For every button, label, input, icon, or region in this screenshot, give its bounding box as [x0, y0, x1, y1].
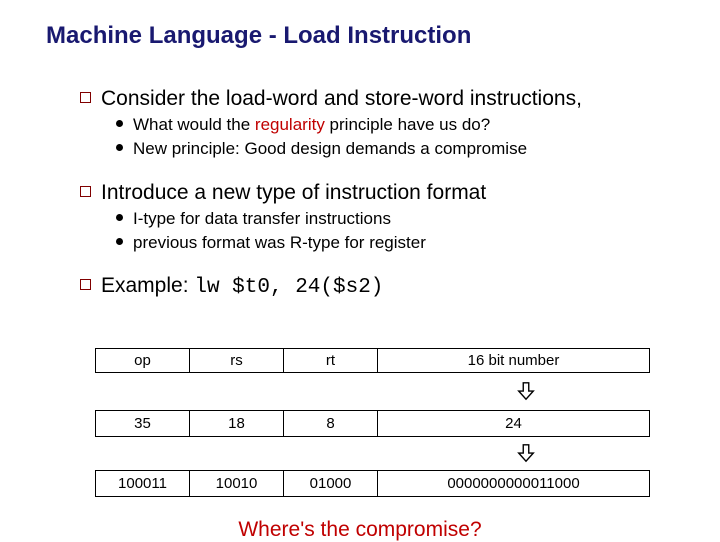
square-bullet-icon: [80, 186, 91, 197]
cell-op-label: op: [96, 349, 190, 372]
cell-rt-label: rt: [284, 349, 378, 372]
cell-op-bin: 100011: [96, 471, 190, 496]
connector-lines: [95, 348, 655, 528]
cell-rs-label: rs: [190, 349, 284, 372]
field-decimal-row: 35 18 8 24: [95, 410, 650, 437]
cell-imm-dec: 24: [378, 411, 649, 436]
txt-frag: What would the: [133, 115, 255, 134]
cell-rs-bin: 10010: [190, 471, 284, 496]
bullet-text: Example: lw $t0, 24($s2): [101, 273, 383, 300]
arrow-down-icon: [515, 380, 537, 402]
bullet-introduce: Introduce a new type of instruction form…: [80, 180, 680, 205]
subbullet-text: What would the regularity principle have…: [133, 114, 490, 135]
bullet-example: Example: lw $t0, 24($s2): [80, 273, 680, 300]
bullet-consider: Consider the load-word and store-word in…: [80, 86, 680, 111]
cell-rs-dec: 18: [190, 411, 284, 436]
txt-frag: principle have us do?: [325, 115, 490, 134]
cell-rt-dec: 8: [284, 411, 378, 436]
compromise-question: Where's the compromise?: [0, 518, 720, 542]
square-bullet-icon: [80, 279, 91, 290]
subbullet-text: I-type for data transfer instructions: [133, 208, 391, 229]
subbullet-itype: I-type for data transfer instructions: [116, 208, 680, 229]
subbullet-text: previous format was R-type for register: [133, 232, 426, 253]
subbullet-rtype: previous format was R-type for register: [116, 232, 680, 253]
cell-rt-bin: 01000: [284, 471, 378, 496]
page-title: Machine Language - Load Instruction: [46, 22, 471, 50]
dot-bullet-icon: [116, 238, 123, 245]
subbullet-regularity: What would the regularity principle have…: [116, 114, 680, 135]
dot-bullet-icon: [116, 120, 123, 127]
txt-emph: regularity: [255, 115, 325, 134]
arrow-down-icon: [515, 442, 537, 464]
example-label: Example:: [101, 274, 194, 297]
field-binary-row: 100011 10010 01000 0000000000011000: [95, 470, 650, 497]
subbullet-text: New principle: Good design demands a com…: [133, 138, 527, 159]
square-bullet-icon: [80, 92, 91, 103]
example-code: lw $t0, 24($s2): [194, 276, 383, 299]
dot-bullet-icon: [116, 214, 123, 221]
slide-body: Consider the load-word and store-word in…: [80, 80, 680, 301]
cell-imm-label: 16 bit number: [378, 349, 649, 372]
field-names-row: op rs rt 16 bit number: [95, 348, 650, 373]
dot-bullet-icon: [116, 144, 123, 151]
cell-imm-bin: 0000000000011000: [378, 471, 649, 496]
subbullet-compromise: New principle: Good design demands a com…: [116, 138, 680, 159]
bullet-text: Introduce a new type of instruction form…: [101, 180, 486, 205]
cell-op-dec: 35: [96, 411, 190, 436]
bullet-text: Consider the load-word and store-word in…: [101, 86, 582, 111]
